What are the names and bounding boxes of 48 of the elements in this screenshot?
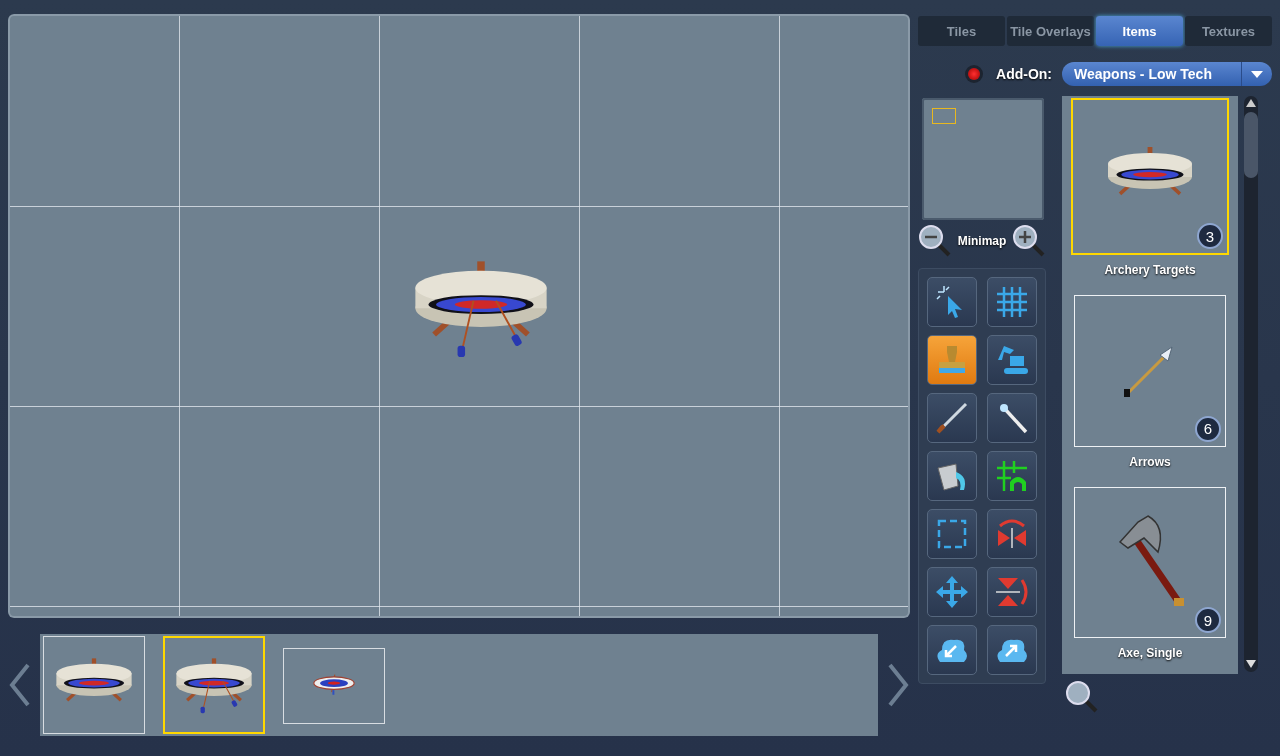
item-tile[interactable]: 6	[1074, 295, 1226, 447]
tab[interactable]: Tiles	[918, 16, 1005, 46]
search-icon	[1065, 679, 1099, 714]
chevron-right-icon[interactable]	[886, 663, 910, 707]
status-dot-icon	[968, 68, 980, 80]
scroll-down-icon[interactable]	[1246, 660, 1256, 668]
zoom-out-button[interactable]	[918, 224, 952, 258]
zoom-out-icon	[918, 224, 952, 258]
tool-button[interactable]	[987, 451, 1037, 501]
move-icon	[934, 574, 970, 610]
tool-button[interactable]	[927, 625, 977, 675]
grid-icon	[994, 284, 1030, 320]
wall-grid-icon	[994, 458, 1030, 494]
chevron-left-icon[interactable]	[8, 663, 32, 707]
item-name: Archery Targets	[1104, 263, 1196, 278]
tool-button[interactable]	[927, 277, 977, 327]
item-tile[interactable]: 3	[1071, 98, 1229, 256]
item-name: Axe, Single	[1117, 646, 1183, 660]
paintbrush-icon	[934, 400, 970, 436]
tab[interactable]: Items	[1096, 16, 1183, 46]
item-tile[interactable]: 9	[1074, 486, 1226, 638]
tool-button[interactable]	[927, 567, 977, 617]
minimap-label: Minimap	[957, 234, 1007, 248]
scroll-up-icon[interactable]	[1246, 99, 1256, 107]
tool-button[interactable]	[927, 451, 977, 501]
caret-icon	[1251, 70, 1263, 78]
count-badge: 9	[1195, 607, 1221, 633]
tool-button[interactable]	[987, 393, 1037, 443]
tab[interactable]: Textures	[1185, 16, 1272, 46]
zoom-in-icon	[1012, 224, 1046, 258]
addon-label: Add-On:	[996, 66, 1052, 82]
item-name: Arrows	[1129, 454, 1171, 469]
viewport-rectangle	[932, 108, 956, 124]
addon-dropdown[interactable]: Weapons - Low Tech	[1062, 62, 1272, 86]
tool-button[interactable]	[927, 393, 977, 443]
tool-button[interactable]	[987, 625, 1037, 675]
variant-thumbnail[interactable]	[163, 636, 265, 734]
scrollbar[interactable]	[1244, 96, 1258, 672]
tool-button[interactable]	[987, 277, 1037, 327]
tab[interactable]: Tile Overlays	[1007, 16, 1094, 46]
tool-button[interactable]	[927, 509, 977, 559]
variant-thumbnail[interactable]	[43, 636, 145, 734]
count-badge: 3	[1197, 223, 1223, 250]
zoom-in-button[interactable]	[1012, 224, 1046, 258]
variant-thumbnail[interactable]	[283, 648, 385, 724]
scrollbar-thumb[interactable]	[1244, 112, 1258, 178]
tool-button[interactable]	[987, 335, 1037, 385]
count-badge: 6	[1195, 415, 1221, 442]
